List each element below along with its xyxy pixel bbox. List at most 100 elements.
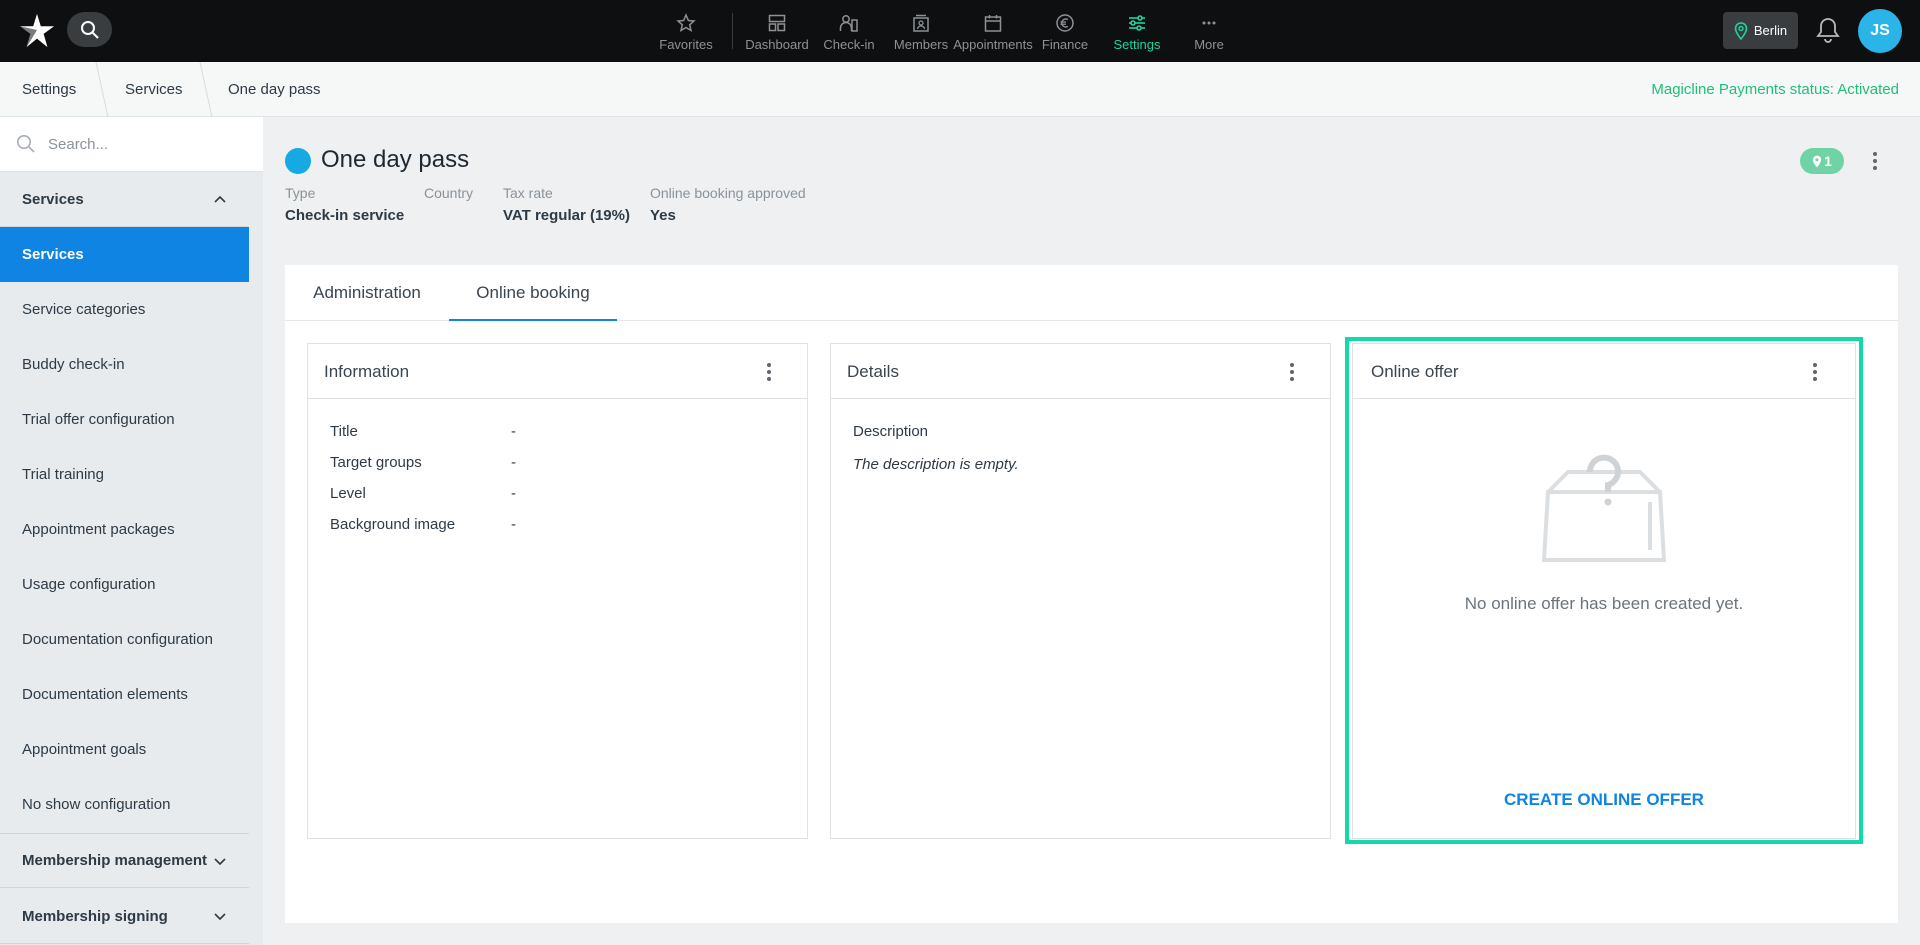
nav-finance[interactable]: Finance [1029, 0, 1101, 62]
breadcrumb-separator [199, 62, 213, 117]
sidebar-group-label: Membership signing [22, 907, 168, 925]
sidebar-item-buddy-check-in[interactable]: Buddy check-in [0, 337, 249, 392]
nav-members[interactable]: Members [885, 0, 957, 62]
map-pin-icon [1812, 155, 1822, 167]
magicline-logo-icon[interactable] [18, 12, 56, 50]
chevron-up-icon [214, 195, 226, 203]
location-count-badge[interactable]: 1 [1800, 148, 1844, 174]
info-level-value: - [511, 485, 516, 502]
map-pin-icon [1734, 21, 1748, 40]
meta-tax-rate-value: VAT regular (19%) [503, 207, 630, 224]
description-empty-text: The description is empty. [853, 456, 1019, 473]
notifications-bell-icon[interactable] [1815, 16, 1841, 44]
global-search-button[interactable] [67, 12, 112, 47]
meta-online-booking-value: Yes [650, 207, 676, 224]
info-level-label: Level [330, 485, 366, 502]
service-more-menu-icon[interactable] [1867, 148, 1883, 174]
nav-settings[interactable]: Settings [1101, 0, 1173, 62]
card-header: Information [308, 344, 807, 399]
members-icon [913, 14, 929, 32]
nav-label: Check-in [823, 36, 875, 52]
highlight-outline [1345, 337, 1863, 844]
sidebar-group-services[interactable]: Services [0, 172, 249, 227]
sidebar-item-no-show-configuration[interactable]: No show configuration [0, 777, 249, 832]
sidebar-item-appointment-packages[interactable]: Appointment packages [0, 502, 249, 557]
meta-tax-rate-label: Tax rate [503, 185, 553, 201]
nav-dashboard[interactable]: Dashboard [741, 0, 813, 62]
search-icon [17, 135, 35, 153]
info-background-image-value: - [511, 516, 516, 533]
tab-online-booking[interactable]: Online booking [449, 265, 617, 321]
top-navigation-bar: Favorites Dashboard Check-in Members App… [0, 0, 1920, 62]
sidebar-item-documentation-elements[interactable]: Documentation elements [0, 667, 249, 722]
card-header: Details [831, 344, 1330, 399]
info-target-groups-value: - [511, 454, 516, 471]
information-more-menu-icon[interactable] [761, 359, 777, 385]
tab-bar: Administration Online booking [285, 265, 1898, 321]
check-in-icon [839, 14, 858, 32]
star-icon [676, 12, 696, 32]
dashboard-icon [768, 14, 786, 31]
sliders-icon [1129, 14, 1145, 31]
search-icon [80, 20, 99, 39]
card-title: Details [847, 362, 899, 381]
chevron-down-icon [214, 857, 226, 865]
nav-label: More [1194, 36, 1224, 52]
nav-check-in[interactable]: Check-in [813, 0, 885, 62]
sidebar-group-membership-management[interactable]: Membership management [0, 833, 249, 888]
nav-label: Settings [1113, 36, 1161, 52]
breadcrumb: Settings Services One day pass Magicline… [0, 62, 1920, 117]
card-title: Information [324, 362, 410, 381]
main-nav: Favorites Dashboard Check-in Members App… [650, 0, 1245, 62]
sidebar-search [0, 117, 263, 172]
sidebar-group-label: Membership management [22, 852, 208, 869]
meta-country-label: Country [424, 185, 474, 201]
location-selector-button[interactable]: Berlin [1723, 12, 1798, 49]
sidebar-group-label: Services [22, 190, 84, 208]
sidebar-item-trial-offer-configuration[interactable]: Trial offer configuration [0, 392, 249, 447]
sidebar-group-membership-signing[interactable]: Membership signing [0, 889, 249, 944]
meta-type-label: Type [285, 185, 316, 201]
sidebar-search-input[interactable] [48, 135, 248, 153]
nav-appointments[interactable]: Appointments [953, 0, 1033, 62]
nav-more[interactable]: More [1173, 0, 1245, 62]
description-label: Description [853, 423, 929, 440]
page-title: One day pass [321, 146, 470, 173]
sidebar-item-appointment-goals[interactable]: Appointment goals [0, 722, 249, 777]
breadcrumb-current: One day pass [228, 81, 321, 98]
sidebar-item-trial-training[interactable]: Trial training [0, 447, 249, 502]
nav-label: Favorites [659, 36, 713, 52]
meta-type-value: Check-in service [285, 207, 405, 224]
sidebar-item-usage-configuration[interactable]: Usage configuration [0, 557, 249, 612]
chevron-down-icon [214, 913, 226, 921]
payments-status[interactable]: Magicline Payments status: Activated [1651, 62, 1899, 117]
nav-label: Appointments [953, 36, 1033, 52]
sidebar-item-services[interactable]: Services [0, 227, 249, 282]
breadcrumb-settings[interactable]: Settings [22, 62, 76, 117]
nav-favorites[interactable]: Favorites [650, 0, 722, 62]
details-card: Details Description The description is e… [830, 343, 1331, 839]
info-target-groups-label: Target groups [330, 454, 422, 471]
info-title-value: - [511, 423, 516, 440]
information-card: Information Title - Target groups - Leve… [307, 343, 808, 839]
nav-label: Finance [1041, 36, 1089, 52]
meta-online-booking-label: Online booking approved [650, 185, 806, 201]
service-color-dot [285, 148, 311, 174]
nav-label: Members [893, 36, 949, 52]
ellipsis-icon [1202, 21, 1216, 24]
info-title-label: Title [330, 423, 358, 440]
details-more-menu-icon[interactable] [1284, 359, 1300, 385]
breadcrumb-services[interactable]: Services [125, 62, 183, 117]
location-name: Berlin [1753, 23, 1788, 38]
breadcrumb-separator [95, 62, 109, 117]
sidebar-item-documentation-configuration[interactable]: Documentation configuration [0, 612, 249, 667]
sidebar-item-service-categories[interactable]: Service categories [0, 282, 249, 337]
location-count: 1 [1824, 153, 1832, 169]
nav-label: Dashboard [745, 36, 809, 52]
euro-icon [1056, 13, 1074, 32]
info-background-image-label: Background image [330, 516, 456, 533]
nav-divider [732, 13, 733, 49]
user-avatar[interactable]: JS [1858, 9, 1902, 53]
tab-administration[interactable]: Administration [307, 265, 427, 321]
calendar-icon [984, 14, 1002, 32]
